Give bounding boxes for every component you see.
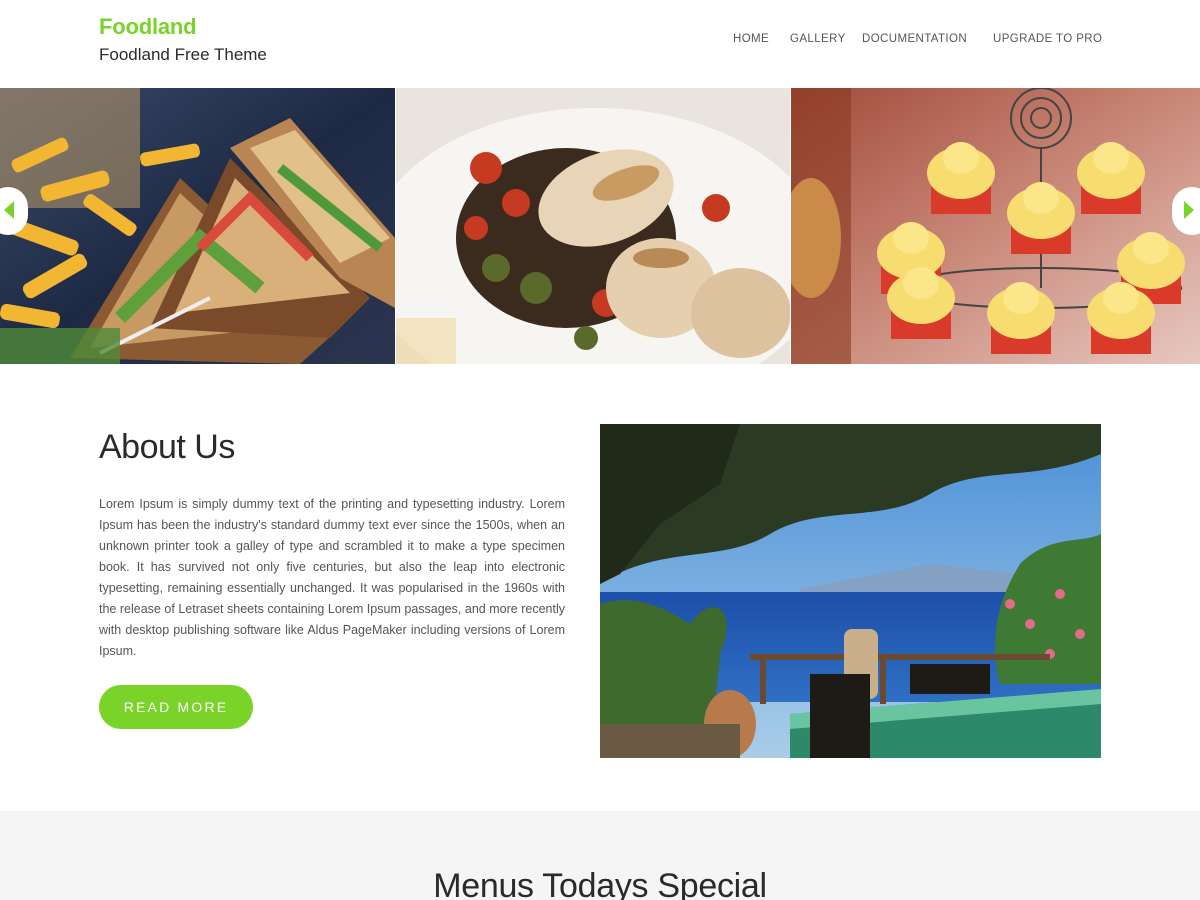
nav-item-documentation[interactable]: DOCUMENTATION <box>862 33 967 45</box>
site-header: Foodland Foodland Free Theme HOME GALLER… <box>0 0 1200 88</box>
chevron-right-icon <box>1184 201 1194 219</box>
read-more-button[interactable]: READ MORE <box>99 685 253 729</box>
slider-next-button[interactable] <box>1172 187 1200 235</box>
menus-heading: Menus Todays Special <box>433 867 767 900</box>
slide-sandwich-image <box>0 88 395 364</box>
site-tagline: Foodland Free Theme <box>99 45 267 64</box>
about-terrace-image <box>600 424 1101 758</box>
main-nav: HOME GALLERY DOCUMENTATION UPGRADE TO PR… <box>0 33 1200 47</box>
nav-item-upgrade-to-pro[interactable]: UPGRADE TO PRO <box>993 33 1102 45</box>
nav-item-home[interactable]: HOME <box>733 33 769 45</box>
slide-chicken-image <box>396 88 790 364</box>
menus-section: Menus Todays Special <box>0 811 1200 900</box>
about-text: Lorem Ipsum is simply dummy text of the … <box>99 497 565 658</box>
nav-item-gallery[interactable]: GALLERY <box>790 33 846 45</box>
image-slider <box>0 88 1200 364</box>
slide-cupcakes-image <box>791 88 1200 364</box>
about-heading: About Us <box>99 428 235 466</box>
chevron-left-icon <box>4 201 14 219</box>
